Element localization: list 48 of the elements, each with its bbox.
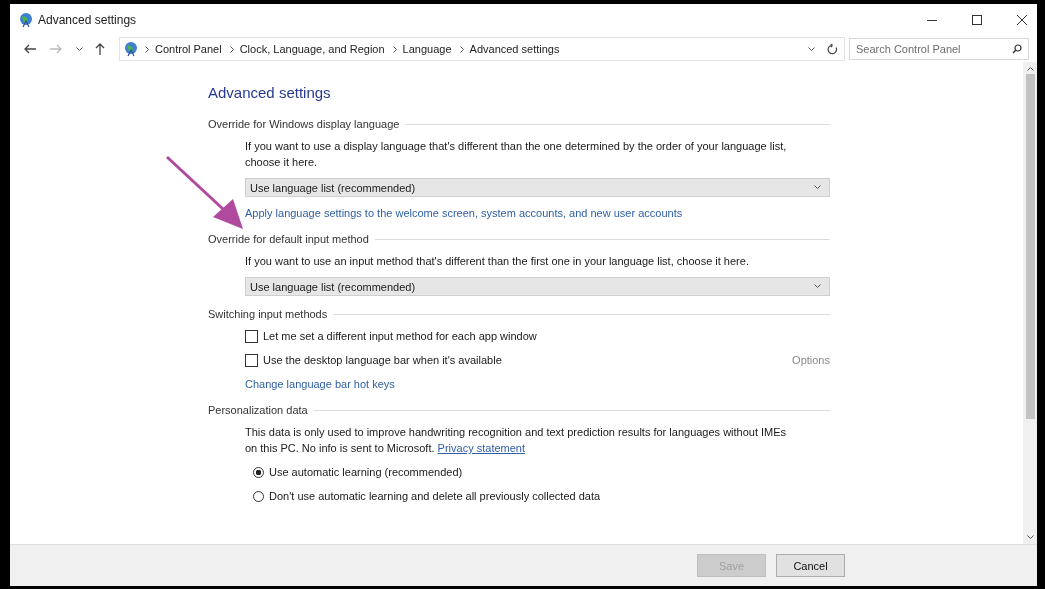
back-arrow-icon[interactable] — [24, 44, 36, 54]
chevron-right-icon — [229, 45, 234, 53]
checkbox[interactable] — [245, 353, 258, 367]
chevron-down-icon[interactable] — [76, 46, 83, 52]
section-heading: Override for Windows display language — [208, 118, 400, 130]
section-heading: Switching input methods — [208, 308, 328, 320]
search-field[interactable]: Search Control Panel — [849, 38, 1029, 60]
scroll-up-icon[interactable] — [1026, 66, 1034, 71]
chevron-down-icon — [814, 185, 821, 190]
up-arrow-icon[interactable] — [95, 43, 105, 55]
checkbox-label[interactable]: Let me set a different input method for each app window — [263, 328, 537, 344]
breadcrumb-item[interactable]: Language — [402, 43, 452, 55]
search-icon[interactable] — [1012, 44, 1022, 54]
breadcrumb-item[interactable]: Clock, Language, and Region — [239, 43, 385, 55]
globe-icon — [18, 12, 34, 28]
chevron-right-icon — [459, 45, 464, 53]
language-dropdown[interactable]: Use language list (recommended) — [245, 277, 830, 296]
page-heading: Advanced settings — [208, 84, 332, 103]
privacy-statement-link[interactable]: Privacy statement — [437, 442, 525, 454]
chevron-down-icon[interactable] — [808, 46, 815, 52]
radio-button[interactable] — [253, 466, 264, 478]
description-text: This data is only used to improve handwriting recognition and text prediction results for languages without IMEs on this PC. No info is sent to Microsoft. Privacy statement — [245, 425, 788, 456]
window-title: Advanced settings — [38, 13, 137, 27]
chevron-right-icon — [145, 45, 149, 53]
chevron-down-icon — [814, 284, 821, 289]
settings-link[interactable]: Apply language settings to the welcome screen, system accounts, and new user accounts — [245, 207, 683, 219]
address-field[interactable]: Control Panel Clock, Language, and Region Language Advanced settings — [119, 37, 845, 61]
description-text: If you want to use a display language that's different than the one determined by the order of your language list, choose it here. — [245, 139, 788, 170]
breadcrumb-item[interactable]: Advanced settings — [469, 43, 560, 55]
language-dropdown[interactable]: Use language list (recommended) — [245, 178, 830, 197]
settings-link[interactable]: Change language bar hot keys — [245, 378, 395, 390]
globe-icon — [123, 41, 139, 57]
checkbox-label[interactable]: Use the desktop language bar when it's available — [263, 352, 502, 368]
scrollbar-thumb[interactable] — [1025, 74, 1035, 419]
chevron-right-icon — [392, 45, 397, 53]
close-icon[interactable] — [1017, 15, 1027, 25]
scrollbar[interactable] — [1023, 62, 1037, 544]
section-heading: Personalization data — [208, 404, 308, 416]
description-text: If you want to use an input method that's different than the first one in your language list, choose it here. — [245, 254, 750, 269]
scroll-down-icon[interactable] — [1026, 535, 1034, 540]
radio-label[interactable]: Don't use automatic learning and delete all previously collected data — [269, 488, 601, 504]
refresh-icon[interactable] — [827, 43, 838, 55]
checkbox[interactable] — [245, 329, 258, 343]
maximize-icon[interactable] — [972, 15, 982, 25]
radio-label[interactable]: Use automatic learning (recommended) — [269, 464, 463, 480]
dialog-button[interactable]: Cancel — [776, 554, 845, 577]
section-heading: Override for default input method — [208, 233, 369, 245]
breadcrumb-item[interactable]: Control Panel — [155, 43, 222, 55]
